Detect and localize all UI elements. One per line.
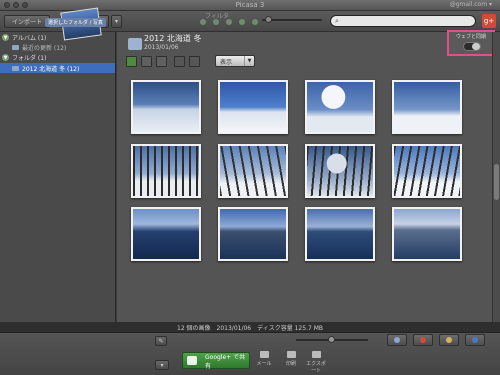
play-slideshow-icon[interactable] bbox=[126, 56, 137, 67]
info-button[interactable] bbox=[465, 334, 485, 346]
person-icon bbox=[394, 337, 400, 343]
folder-icon bbox=[128, 38, 142, 50]
import-label: インポート bbox=[11, 19, 42, 26]
face-filter-icon[interactable] bbox=[239, 19, 245, 25]
sidebar-item-recent[interactable]: 最近の更新 (12) bbox=[0, 42, 115, 52]
sort-order-label: 表示 bbox=[220, 58, 233, 66]
slider-knob[interactable] bbox=[265, 16, 272, 23]
chevron-down-icon: ▼ bbox=[244, 56, 254, 66]
scrollbar-thumb[interactable] bbox=[494, 164, 499, 200]
account-menu[interactable]: @gmail.com ▾ bbox=[450, 1, 492, 8]
view-menu-chevron-icon[interactable]: ▾ bbox=[111, 15, 122, 28]
album-date: 2013/01/06 bbox=[144, 44, 179, 51]
window-title: Picasa 3 bbox=[235, 1, 265, 9]
printer-icon bbox=[286, 351, 296, 358]
sidebar-item-label: 最近の更新 (12) bbox=[22, 44, 67, 52]
movie-icon[interactable] bbox=[156, 56, 167, 67]
thumbnail-size-slider[interactable] bbox=[296, 336, 368, 343]
tags-button[interactable] bbox=[439, 334, 459, 346]
search-icon: ⌕ bbox=[335, 17, 339, 25]
photo-thumbnail[interactable] bbox=[218, 207, 288, 261]
photo-thumbnail[interactable] bbox=[131, 80, 201, 134]
folders-section-header[interactable]: ▼ フォルダ (1) bbox=[2, 53, 46, 62]
location-filter-icon[interactable] bbox=[252, 19, 258, 25]
expand-albums-icon[interactable]: ▼ bbox=[2, 34, 9, 41]
share-google-plus-button[interactable]: Google+ で共有 bbox=[182, 352, 250, 370]
google-plus-icon[interactable]: g+ bbox=[482, 14, 496, 28]
photo-thumbnail[interactable] bbox=[131, 144, 201, 198]
slider-knob[interactable] bbox=[328, 336, 335, 343]
photo-thumbnail[interactable] bbox=[305, 144, 375, 198]
share-label: Google+ で共有 bbox=[205, 353, 246, 370]
photo-thumbnail[interactable] bbox=[392, 207, 462, 261]
envelope-icon bbox=[259, 351, 269, 358]
status-bar: 12 個の画像 2013/01/06 ディスク容量 125.7 MB bbox=[0, 322, 500, 332]
tool-label: 印刷 bbox=[285, 361, 296, 367]
photo-thumbnail[interactable] bbox=[218, 80, 288, 134]
search-field[interactable]: ⌕ bbox=[330, 15, 476, 27]
video-filter-icon[interactable] bbox=[226, 19, 232, 25]
date-filter-slider[interactable] bbox=[262, 16, 322, 23]
folders-header-label: フォルダ (1) bbox=[12, 55, 47, 62]
photo-thumbnail[interactable] bbox=[305, 207, 375, 261]
star-filter-icon[interactable] bbox=[200, 19, 206, 25]
expand-folders-icon[interactable]: ▼ bbox=[2, 54, 9, 61]
star-icon[interactable] bbox=[174, 56, 185, 67]
album-icon bbox=[12, 44, 19, 50]
info-icon bbox=[472, 337, 478, 343]
web-sync-toggle[interactable]: ウェブと同期 bbox=[447, 30, 495, 56]
album-title: 2012 北海道 冬 bbox=[144, 34, 202, 43]
web-sync-label: ウェブと同期 bbox=[455, 34, 486, 40]
tag-icon bbox=[446, 337, 452, 343]
album-add-icon[interactable]: ▾ bbox=[155, 360, 169, 370]
photo-thumbnail[interactable] bbox=[392, 80, 462, 134]
export-button[interactable]: エクスポート bbox=[304, 351, 328, 374]
folder-export-icon bbox=[311, 351, 321, 358]
search-input[interactable] bbox=[344, 17, 469, 26]
sidebar-item-label: 2012 北海道 冬 (12) bbox=[22, 65, 80, 73]
switch-knob bbox=[472, 43, 480, 50]
map-pin-icon bbox=[420, 337, 426, 343]
tool-label: メール bbox=[256, 361, 272, 367]
photo-thumbnail[interactable] bbox=[218, 144, 288, 198]
sync-switch[interactable] bbox=[463, 42, 481, 51]
tool-label: エクスポート bbox=[306, 361, 326, 374]
albums-header-label: アルバム (1) bbox=[12, 35, 47, 42]
photo-thumbnail[interactable] bbox=[131, 207, 201, 261]
albums-section-header[interactable]: ▼ アルバム (1) bbox=[2, 33, 46, 42]
hold-icon[interactable]: ✎ bbox=[155, 336, 167, 346]
people-button[interactable] bbox=[387, 334, 407, 346]
collage-icon[interactable] bbox=[141, 56, 152, 67]
photo-thumbnail[interactable] bbox=[305, 80, 375, 134]
print-button[interactable]: 印刷 bbox=[279, 351, 303, 367]
vertical-scrollbar[interactable] bbox=[492, 32, 500, 322]
camera-icon bbox=[187, 356, 197, 365]
edit-icon[interactable] bbox=[189, 56, 200, 67]
sort-order-select[interactable]: 表示 ▼ bbox=[215, 55, 255, 67]
sidebar-item-folder[interactable]: 2012 北海道 冬 (12) bbox=[0, 63, 115, 73]
photo-thumbnail[interactable] bbox=[392, 144, 462, 198]
upload-filter-icon[interactable] bbox=[213, 19, 219, 25]
import-button[interactable]: インポート bbox=[4, 15, 50, 28]
selection-label: 選択したフォルダ / 写真 bbox=[45, 18, 106, 27]
places-button[interactable] bbox=[413, 334, 433, 346]
title-bar: Picasa 3 @gmail.com ▾ bbox=[0, 0, 500, 11]
sidebar: ▼ アルバム (1) 最近の更新 (12) ▼ フォルダ (1) 2012 北海… bbox=[0, 32, 116, 322]
email-button[interactable]: メール bbox=[252, 351, 276, 367]
folder-icon bbox=[12, 65, 19, 71]
filter-icons bbox=[200, 19, 258, 25]
